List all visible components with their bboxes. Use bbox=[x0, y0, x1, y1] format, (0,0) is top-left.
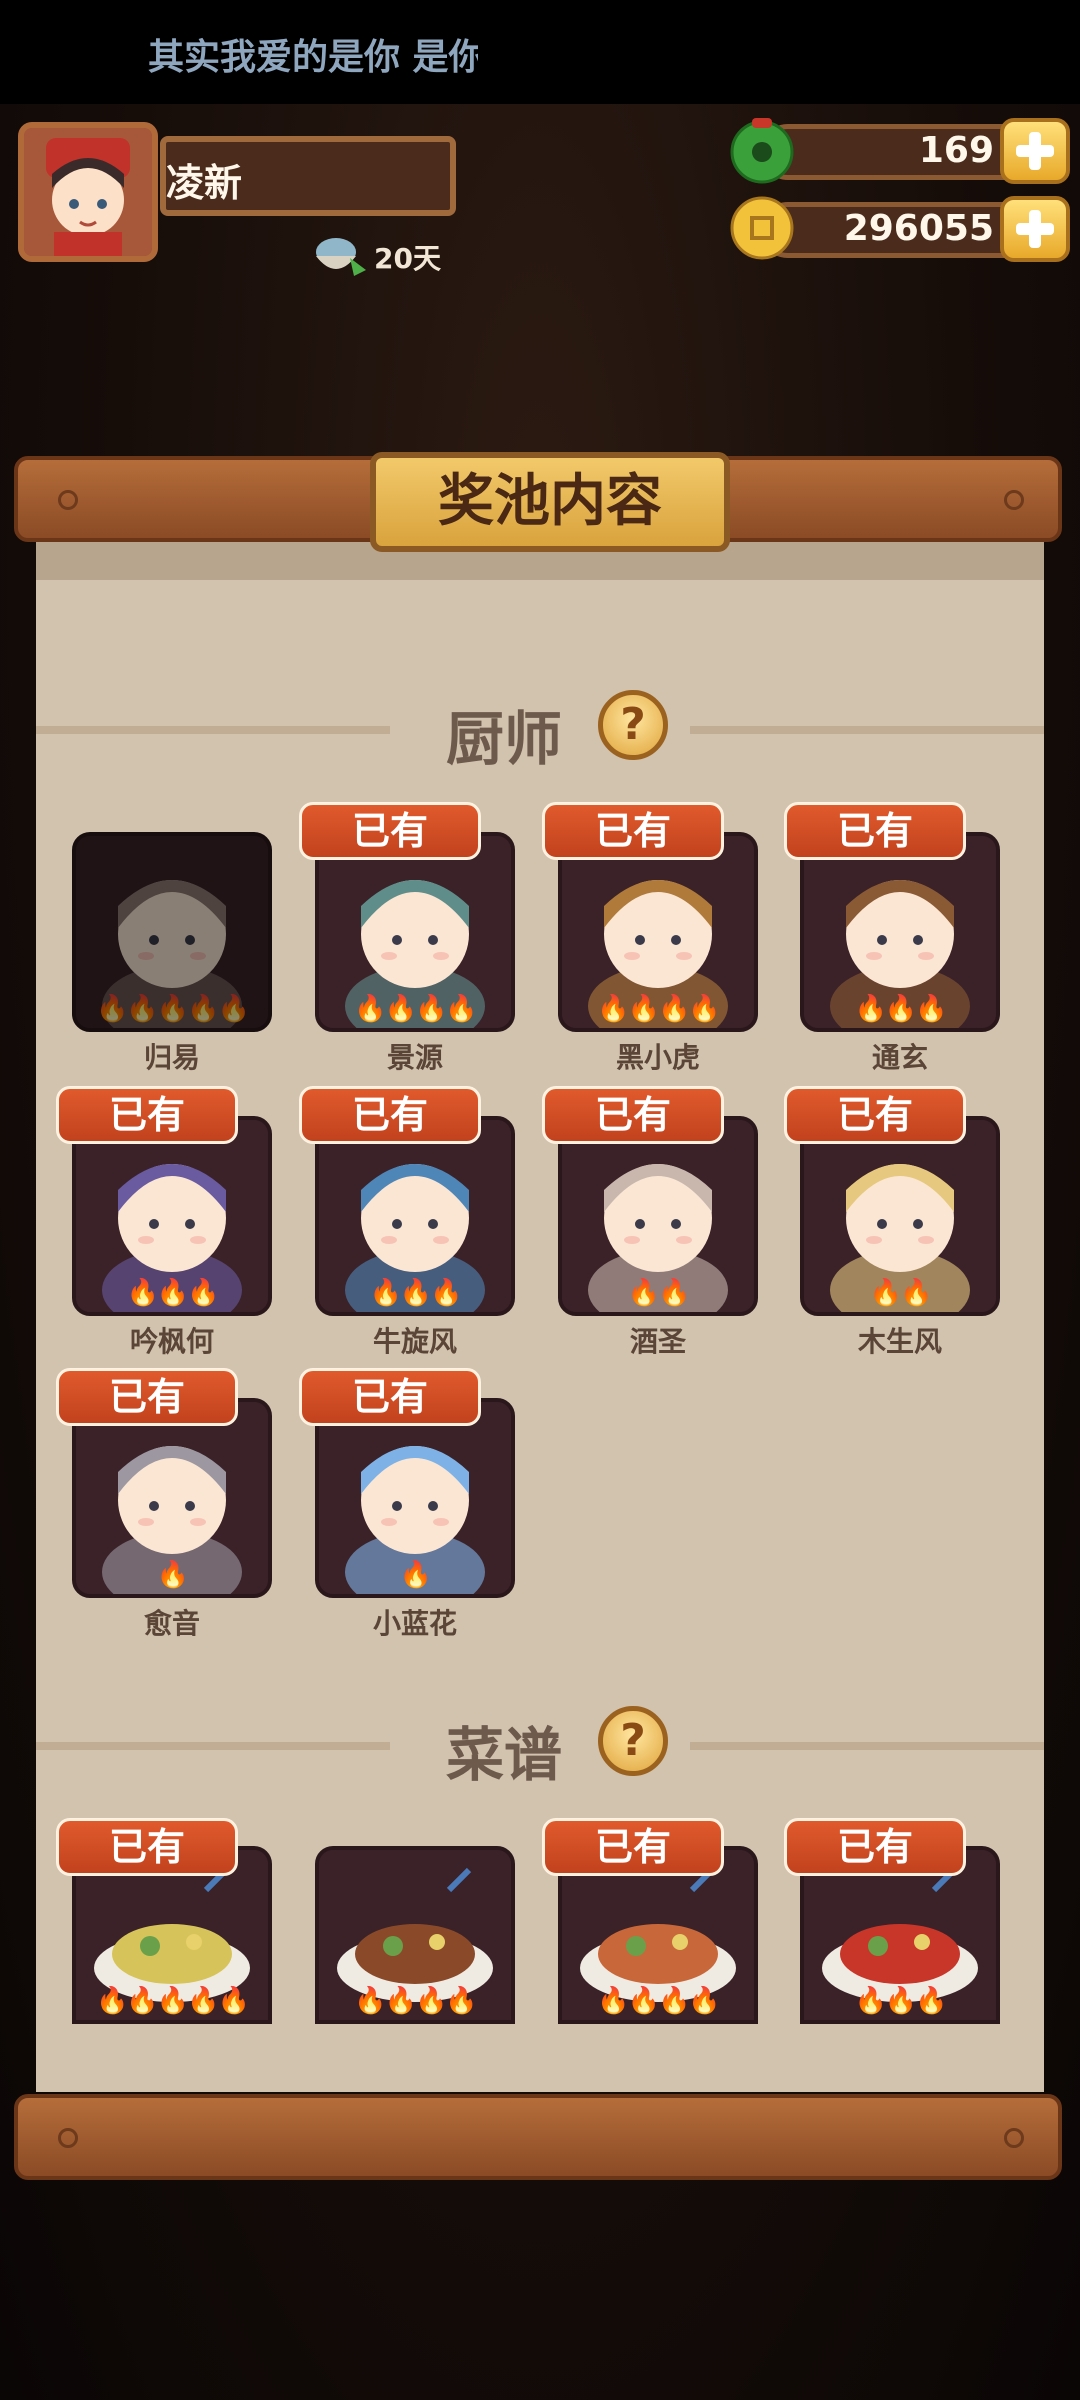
rarity-flames-icon: 🔥🔥 bbox=[627, 1278, 691, 1308]
section-divider bbox=[36, 726, 390, 734]
lyric-text: 其实我爱的是你 是你 bbox=[148, 37, 478, 78]
lyric-status-bar: 其实我爱的是你 是你 bbox=[0, 0, 1080, 104]
owned-badge: 已有 bbox=[542, 1086, 724, 1144]
rarity-flames-icon: 🔥🔥 bbox=[869, 1278, 933, 1308]
rarity-flames-icon: 🔥🔥🔥🔥🔥 bbox=[96, 1986, 250, 2016]
section-divider bbox=[690, 726, 1044, 734]
chef-name: 归易 bbox=[143, 1041, 200, 1074]
chef-name: 愈音 bbox=[143, 1607, 200, 1640]
owned-badge: 已有 bbox=[542, 1818, 724, 1876]
rarity-flames-icon: 🔥 bbox=[399, 1560, 432, 1590]
chef-card[interactable]: 🔥🔥🔥 bbox=[72, 1116, 272, 1316]
chef-card[interactable]: 🔥🔥🔥 bbox=[800, 832, 1000, 1032]
chef-card[interactable]: 🔥 bbox=[315, 1398, 515, 1598]
rarity-flames-icon: 🔥🔥🔥 bbox=[854, 1986, 947, 2016]
chef-section-title: 厨师 bbox=[446, 705, 563, 773]
chef-card[interactable]: 🔥🔥 bbox=[558, 1116, 758, 1316]
chef-name: 木生风 bbox=[857, 1325, 942, 1358]
jade-amount: 169 bbox=[918, 130, 994, 171]
recipe-help-button[interactable]: ? bbox=[598, 1706, 668, 1776]
section-divider bbox=[36, 1742, 390, 1750]
chef-name: 黑小虎 bbox=[615, 1041, 700, 1074]
coin-amount: 296055 bbox=[843, 208, 994, 249]
owned-badge: 已有 bbox=[56, 1818, 238, 1876]
days-count: 20天 bbox=[374, 242, 441, 275]
rarity-flames-icon: 🔥🔥🔥🔥 bbox=[597, 994, 721, 1024]
chef-card[interactable]: 🔥🔥🔥 bbox=[315, 1116, 515, 1316]
chef-name: 小蓝花 bbox=[372, 1607, 457, 1640]
chef-name: 景源 bbox=[386, 1041, 443, 1074]
section-divider bbox=[690, 1742, 1044, 1750]
rarity-flames-icon: 🔥🔥🔥🔥 bbox=[597, 1986, 721, 2016]
rarity-flames-icon: 🔥🔥🔥 bbox=[854, 994, 947, 1024]
owned-badge: 已有 bbox=[784, 802, 966, 860]
owned-badge: 已有 bbox=[56, 1086, 238, 1144]
avatar-portrait-icon bbox=[24, 128, 152, 256]
bowl-icon bbox=[316, 238, 366, 276]
coin-icon bbox=[730, 196, 794, 260]
chef-card[interactable]: 🔥 bbox=[72, 1398, 272, 1598]
rarity-flames-icon: 🔥🔥🔥 bbox=[369, 1278, 462, 1308]
owned-badge: 已有 bbox=[56, 1368, 238, 1426]
plus-icon bbox=[1016, 132, 1054, 170]
bolt-icon bbox=[1004, 2128, 1024, 2148]
plus-icon bbox=[1016, 210, 1054, 248]
panel-title: 奖池内容 bbox=[438, 469, 662, 534]
owned-badge: 已有 bbox=[784, 1086, 966, 1144]
add-coins-button[interactable] bbox=[1000, 196, 1070, 262]
owned-badge: 已有 bbox=[299, 1086, 481, 1144]
chef-card[interactable]: 🔥🔥 bbox=[800, 1116, 1000, 1316]
bolt-icon bbox=[58, 490, 78, 510]
rarity-flames-icon: 🔥🔥🔥🔥 bbox=[354, 1986, 478, 2016]
panel-bottom-plank bbox=[14, 2094, 1062, 2180]
recipe-section-title: 菜谱 bbox=[446, 1721, 563, 1789]
chef-help-button[interactable]: ? bbox=[598, 690, 668, 760]
rarity-flames-icon: 🔥🔥🔥🔥🔥 bbox=[96, 994, 250, 1024]
player-avatar[interactable] bbox=[18, 122, 158, 262]
chef-name: 酒圣 bbox=[629, 1325, 686, 1358]
rarity-flames-icon: 🔥 bbox=[156, 1560, 189, 1590]
recipe-card[interactable]: 🔥🔥🔥🔥 bbox=[315, 1846, 515, 2024]
player-name: 凌新 bbox=[166, 161, 243, 205]
chef-name: 牛旋风 bbox=[372, 1325, 457, 1358]
rarity-flames-icon: 🔥🔥🔥 bbox=[126, 1278, 219, 1308]
bolt-icon bbox=[1004, 490, 1024, 510]
chef-card[interactable]: 🔥🔥🔥🔥 bbox=[558, 832, 758, 1032]
chef-card[interactable]: 🔥🔥🔥🔥 bbox=[315, 832, 515, 1032]
chef-name: 吟枫何 bbox=[129, 1325, 214, 1358]
chef-name: 通玄 bbox=[871, 1041, 928, 1074]
owned-badge: 已有 bbox=[299, 802, 481, 860]
owned-badge: 已有 bbox=[542, 802, 724, 860]
owned-badge: 已有 bbox=[784, 1818, 966, 1876]
rarity-flames-icon: 🔥🔥🔥🔥 bbox=[354, 994, 478, 1024]
jade-icon bbox=[730, 118, 794, 184]
add-jade-button[interactable] bbox=[1000, 118, 1070, 184]
bolt-icon bbox=[58, 2128, 78, 2148]
chef-card[interactable]: 🔥🔥🔥🔥🔥 bbox=[72, 832, 272, 1032]
owned-badge: 已有 bbox=[299, 1368, 481, 1426]
